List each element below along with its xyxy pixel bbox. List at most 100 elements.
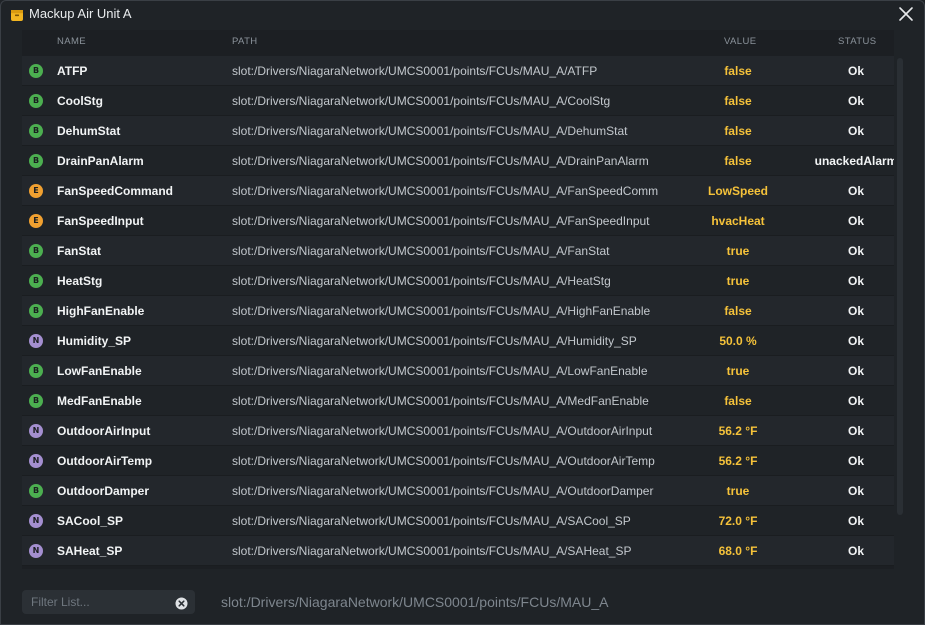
table-row[interactable]: B MedFanEnable slot:/Drivers/NiagaraNetwor… — [22, 386, 894, 416]
close-icon[interactable] — [896, 4, 916, 24]
table-row[interactable]: B HighFanEnable slot:/Drivers/NiagaraNetwo… — [22, 296, 894, 326]
point-name: OutdoorAirInput — [57, 424, 151, 438]
point-path: slot:/Drivers/NiagaraNetwork/UMCS0001/po… — [232, 514, 631, 528]
point-name: FanStat — [57, 244, 102, 258]
point-status: Ok — [847, 94, 864, 108]
table-row[interactable]: N OutdoorAirTemp slot:/Drivers/NiagaraNetw… — [22, 446, 894, 476]
table-row[interactable]: B DehumStat slot:/Drivers/NiagaraNetwork/U… — [22, 116, 894, 146]
table-row[interactable]: N Humidity_SP slot:/Drivers/NiagaraNetwork… — [22, 326, 894, 356]
point-type-badge: B — [29, 304, 43, 318]
point-type-badge: B — [29, 94, 43, 108]
point-status: Ok — [847, 124, 864, 138]
table-row[interactable]: B OutdoorDamper slot:/Drivers/NiagaraNetwo… — [22, 476, 894, 506]
point-path: slot:/Drivers/NiagaraNetwork/UMCS0001/po… — [232, 124, 628, 138]
point-value: hvacHeat — [711, 214, 765, 228]
point-value: 72.0 °F — [718, 514, 758, 528]
filter-input[interactable] — [22, 590, 181, 614]
point-path: slot:/Drivers/NiagaraNetwork/UMCS0001/po… — [232, 484, 654, 498]
point-type-badge: N — [29, 454, 43, 468]
clear-circle-icon[interactable] — [175, 595, 188, 610]
point-status: Ok — [847, 274, 864, 288]
point-status: Ok — [847, 334, 864, 348]
table-body: B ATFP slot:/Drivers/NiagaraNetwork/UMCS00… — [22, 56, 894, 566]
point-value: true — [726, 364, 750, 378]
point-status: Ok — [847, 514, 864, 528]
point-name: SAHeat_SP — [57, 544, 123, 558]
point-type-badge: B — [29, 484, 43, 498]
point-value: 56.2 °F — [718, 454, 758, 468]
point-value: false — [724, 94, 752, 108]
table-header: NAME PATH VALUE STATUS — [22, 30, 894, 56]
title-bar: Mackup Air Unit A — [1, 1, 924, 28]
point-type-badge: N — [29, 514, 43, 528]
table-row[interactable]: B LowFanEnable slot:/Drivers/NiagaraNetwor… — [22, 356, 894, 386]
current-path: slot:/Drivers/NiagaraNetwork/UMCS0001/po… — [221, 594, 609, 610]
point-status: unackedAlarm — [814, 154, 894, 168]
box-icon — [10, 7, 24, 21]
point-name: CoolStg — [57, 94, 103, 108]
table-row[interactable]: B ATFP slot:/Drivers/NiagaraNetwork/UMCS00… — [22, 56, 894, 86]
point-status: Ok — [847, 544, 864, 558]
point-status: Ok — [847, 484, 864, 498]
point-name: FanSpeedInput — [57, 214, 144, 228]
point-type-badge: B — [29, 244, 43, 258]
point-status: Ok — [847, 184, 864, 198]
table-row[interactable]: N SACool_SP slot:/Drivers/NiagaraNetwork/U… — [22, 506, 894, 536]
table-row[interactable]: B FanStat slot:/Drivers/NiagaraNetwork/UMC… — [22, 236, 894, 266]
table-row[interactable]: N OutdoorAirInput slot:/Drivers/NiagaraNet… — [22, 416, 894, 446]
scrollbar[interactable] — [897, 58, 903, 515]
point-name: FanSpeedCommand — [57, 184, 174, 198]
point-type-badge: N — [29, 544, 43, 558]
point-path: slot:/Drivers/NiagaraNetwork/UMCS0001/po… — [232, 184, 659, 198]
table-row[interactable]: B CoolStg slot:/Drivers/NiagaraNetwork/UMC… — [22, 86, 894, 116]
point-value: true — [726, 274, 750, 288]
column-header-path[interactable]: PATH — [232, 36, 258, 47]
table-row[interactable]: E FanSpeedCommand slot:/Drivers/NiagaraNet… — [22, 176, 894, 206]
point-type-badge: N — [29, 424, 43, 438]
point-status: Ok — [847, 364, 864, 378]
column-header-status[interactable]: STATUS — [838, 36, 876, 47]
column-header-name[interactable]: NAME — [57, 36, 86, 47]
point-name: SACool_SP — [57, 514, 124, 528]
point-path: slot:/Drivers/NiagaraNetwork/UMCS0001/po… — [232, 454, 655, 468]
point-name: HighFanEnable — [57, 304, 145, 318]
point-type-badge: B — [29, 364, 43, 378]
point-type-badge: B — [29, 64, 43, 78]
point-status: Ok — [847, 454, 864, 468]
point-path: slot:/Drivers/NiagaraNetwork/UMCS0001/po… — [232, 274, 611, 288]
point-path: slot:/Drivers/NiagaraNetwork/UMCS0001/po… — [232, 214, 650, 228]
point-type-badge: B — [29, 124, 43, 138]
point-path: slot:/Drivers/NiagaraNetwork/UMCS0001/po… — [232, 334, 637, 348]
close-button[interactable] — [896, 4, 916, 24]
table-row[interactable]: B HeatStg slot:/Drivers/NiagaraNetwork/UMC… — [22, 266, 894, 296]
point-value: 68.0 °F — [718, 544, 758, 558]
point-status: Ok — [847, 244, 864, 258]
point-path: slot:/Drivers/NiagaraNetwork/UMCS0001/po… — [232, 304, 651, 318]
point-type-badge: E — [29, 184, 43, 198]
point-path: slot:/Drivers/NiagaraNetwork/UMCS0001/po… — [232, 154, 649, 168]
table-row[interactable]: E FanSpeedInput slot:/Drivers/NiagaraNetwo… — [22, 206, 894, 236]
table-row[interactable]: B DrainPanAlarm slot:/Drivers/NiagaraNetwo… — [22, 146, 894, 176]
point-type-badge: B — [29, 394, 43, 408]
point-name: MedFanEnable — [57, 394, 142, 408]
point-path: slot:/Drivers/NiagaraNetwork/UMCS0001/po… — [232, 244, 610, 258]
table-row[interactable]: N SAHeat_SP slot:/Drivers/NiagaraNetwork/U… — [22, 536, 894, 566]
point-value: false — [724, 64, 752, 78]
point-value: false — [724, 154, 752, 168]
point-name: HeatStg — [57, 274, 103, 288]
point-value: LowSpeed — [707, 184, 768, 198]
point-value: 50.0 % — [719, 334, 757, 348]
point-name: Humidity_SP — [57, 334, 132, 348]
point-value: false — [724, 124, 752, 138]
column-header-value[interactable]: VALUE — [724, 36, 756, 47]
point-name: LowFanEnable — [57, 364, 142, 378]
point-value: true — [726, 244, 750, 258]
point-name: DrainPanAlarm — [57, 154, 144, 168]
point-type-badge: B — [29, 154, 43, 168]
point-status: Ok — [847, 214, 864, 228]
points-table: NAME PATH VALUE STATUS B ATFP slot:/Driver… — [22, 30, 894, 569]
point-type-badge: B — [29, 274, 43, 288]
point-value: false — [724, 304, 752, 318]
point-value: false — [724, 394, 752, 408]
point-status: Ok — [847, 304, 864, 318]
